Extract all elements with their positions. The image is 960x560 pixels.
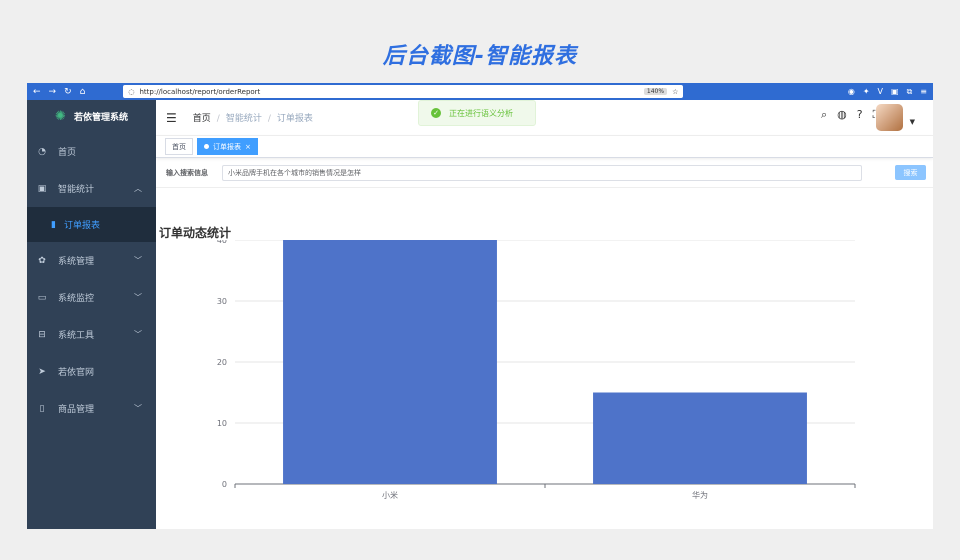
y-tick-label: 40 <box>217 240 227 245</box>
extension-icon[interactable]: ◉ <box>848 87 855 97</box>
sidebar-item-smart-stats[interactable]: ▣ 智能统计 ︿ <box>27 170 156 207</box>
zoom-badge[interactable]: 140% <box>643 88 668 95</box>
search-label: 输入搜索信息 <box>166 168 208 177</box>
caret-down-icon[interactable]: ▼ <box>910 118 915 126</box>
chevron-down-icon: ﹀ <box>134 293 142 302</box>
bar-chart: 0 10 20 30 40 小米 华为 <box>217 240 856 500</box>
breadcrumb-item: 智能统计 <box>225 114 262 124</box>
sidebar: ✺ 若依管理系统 ◔ 首页 ▣ 智能统计 ︿ ▮ 订单报表 ✿ 系统管理 ﹀ ▭… <box>27 100 156 529</box>
address-bar[interactable]: ◌ http://localhost/report/orderReport 14… <box>123 85 684 98</box>
y-tick-label: 10 <box>217 419 227 428</box>
sidebar-item-label: 智能统计 <box>58 185 95 195</box>
hamburger-icon[interactable]: ☰ <box>166 111 177 125</box>
gear-icon: ✿ <box>38 255 46 266</box>
app-name: 若依管理系统 <box>73 113 128 123</box>
sidebar-logo[interactable]: ✺ 若依管理系统 <box>27 100 156 133</box>
x-tick-label: 华为 <box>692 490 708 500</box>
tag-order-report[interactable]: 订单报表 × <box>197 138 258 155</box>
sidebar-item-system-monitor[interactable]: ▭ 系统监控 ﹀ <box>27 279 156 316</box>
url-text: http://localhost/report/orderReport <box>139 87 261 96</box>
sidebar-item-system-tools[interactable]: ⊟ 系统工具 ﹀ <box>27 316 156 353</box>
breadcrumb: 首页 / 智能统计 / 订单报表 <box>192 114 313 124</box>
y-tick-label: 0 <box>222 480 227 489</box>
status-toast: ✓ 正在进行语义分析 <box>418 100 536 126</box>
sidebar-item-label: 首页 <box>58 148 77 158</box>
extension-icon[interactable]: ▣ <box>891 87 899 97</box>
breadcrumb-item: 订单报表 <box>276 114 313 124</box>
sidebar-item-home[interactable]: ◔ 首页 <box>27 133 156 170</box>
tag-home[interactable]: 首页 <box>165 138 193 155</box>
y-tick-label: 20 <box>217 358 227 367</box>
avatar[interactable] <box>876 104 903 131</box>
banner-title: 后台截图-智能报表 <box>382 44 578 69</box>
sidebar-item-system-admin[interactable]: ✿ 系统管理 ﹀ <box>27 242 156 279</box>
breadcrumb-item[interactable]: 首页 <box>193 114 211 124</box>
y-tick-label: 30 <box>217 297 227 306</box>
close-icon[interactable]: × <box>245 143 251 151</box>
sidebar-item-label: 订单报表 <box>63 221 100 231</box>
help-icon[interactable]: ? <box>857 108 863 122</box>
sidebar-item-label: 系统工具 <box>58 331 95 341</box>
tags-view: 首页 订单报表 × <box>156 136 933 158</box>
search-button[interactable]: 搜索 <box>895 165 926 180</box>
home-icon[interactable]: ⌂ <box>80 87 86 97</box>
toolbox-icon: ⊟ <box>38 329 46 340</box>
reload-icon[interactable]: ↻ <box>64 87 72 97</box>
sidebar-item-product-admin[interactable]: ▯ 商品管理 ﹀ <box>27 390 156 427</box>
chart-icon: ▣ <box>37 183 47 194</box>
menu-icon[interactable]: ≡ <box>920 87 927 97</box>
monitor-icon: ▭ <box>37 292 47 303</box>
bookmark-star-icon[interactable]: ☆ <box>672 88 678 96</box>
phone-icon: ▯ <box>39 403 45 414</box>
sidebar-item-label: 系统管理 <box>58 257 95 267</box>
tag-label: 订单报表 <box>213 142 241 151</box>
sidebar-item-label: 商品管理 <box>58 405 95 415</box>
chart-title: 订单动态统计 <box>159 226 232 240</box>
main-content: ☰ 首页/智能统计/订单报表 ⌕ ◍ ? ⛶ T ▼ ✓ 正在进行语义分析 首页… <box>156 100 933 529</box>
github-icon[interactable]: ◍ <box>837 108 847 122</box>
forward-icon[interactable]: → <box>49 87 57 97</box>
chevron-down-icon: ﹀ <box>134 404 142 413</box>
search-input[interactable]: 小米品牌手机在各个城市的销售情况是怎样 <box>222 164 862 181</box>
toast-message: 正在进行语义分析 <box>449 108 513 118</box>
chevron-up-icon: ︿ <box>134 184 142 193</box>
back-icon[interactable]: ← <box>33 87 41 97</box>
x-tick-label: 小米 <box>382 490 398 500</box>
puzzle-icon[interactable]: ✦ <box>863 87 870 97</box>
navbar: ☰ 首页/智能统计/订单报表 ⌕ ◍ ? ⛶ T ▼ <box>156 100 933 136</box>
logo-icon: ✺ <box>55 109 66 124</box>
bar-chart-icon: ▮ <box>51 219 56 230</box>
sidebar-item-label: 若依官网 <box>58 368 95 378</box>
send-icon: ➤ <box>38 366 46 377</box>
shield-icon: ◌ <box>128 87 135 96</box>
search-form: 输入搜索信息 小米品牌手机在各个城市的销售情况是怎样 搜索 <box>156 158 933 188</box>
active-dot-icon <box>204 144 209 149</box>
vue-devtools-icon[interactable]: V <box>878 87 883 97</box>
bar-小米 <box>283 240 497 484</box>
sidebar-item-order-report[interactable]: ▮ 订单报表 <box>27 207 156 242</box>
sidebar-item-label: 系统监控 <box>58 294 95 304</box>
bar-华为 <box>593 392 807 484</box>
tag-label: 首页 <box>172 142 186 151</box>
dashboard-icon: ◔ <box>38 146 46 157</box>
chevron-down-icon: ﹀ <box>134 256 142 265</box>
sidebar-item-official-site[interactable]: ➤ 若依官网 <box>27 353 156 390</box>
browser-window: ← → ↻ ⌂ ◌ http://localhost/report/orderR… <box>27 83 933 529</box>
chevron-down-icon: ﹀ <box>134 330 142 339</box>
check-circle-icon: ✓ <box>431 108 441 118</box>
extensions-icon[interactable]: ⧉ <box>907 87 913 97</box>
browser-toolbar: ← → ↻ ⌂ ◌ http://localhost/report/orderR… <box>27 83 933 100</box>
search-icon[interactable]: ⌕ <box>821 108 827 122</box>
